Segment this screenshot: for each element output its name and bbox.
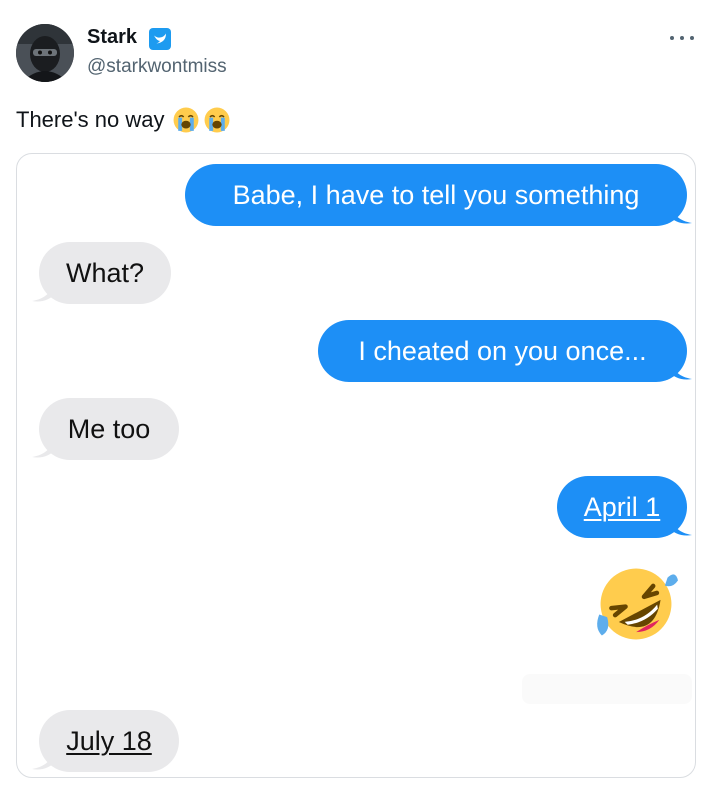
- author-handle[interactable]: @starkwontmiss: [87, 56, 227, 78]
- avatar-image: [16, 24, 74, 82]
- author-name[interactable]: Stark: [87, 26, 137, 49]
- date-link: July 18: [66, 726, 152, 756]
- avatar[interactable]: [16, 24, 74, 82]
- message-bubble-sent: April 1: [557, 476, 687, 538]
- verified-badge-icon: [149, 28, 171, 50]
- message-bubble-received: What?: [39, 242, 171, 304]
- rolling-on-the-floor-laughing-icon: [597, 568, 678, 640]
- message-bubble-received: Me too: [39, 398, 179, 460]
- more-options-icon[interactable]: [668, 28, 696, 48]
- date-link: April 1: [583, 492, 661, 522]
- message-bubble-received: July 18: [39, 710, 179, 772]
- message-bubble-sent: Babe, I have to tell you something: [185, 164, 687, 226]
- tweet-text: There's no way: [16, 106, 231, 134]
- loudly-crying-face-icon: [173, 107, 198, 133]
- faint-divider: [522, 674, 692, 704]
- loudly-crying-face-icon: [204, 107, 229, 133]
- tweet-text-content: There's no way: [16, 107, 165, 132]
- media-card[interactable]: Babe, I have to tell you something What?…: [16, 153, 696, 778]
- message-bubble-sent: I cheated on you once...: [318, 320, 687, 382]
